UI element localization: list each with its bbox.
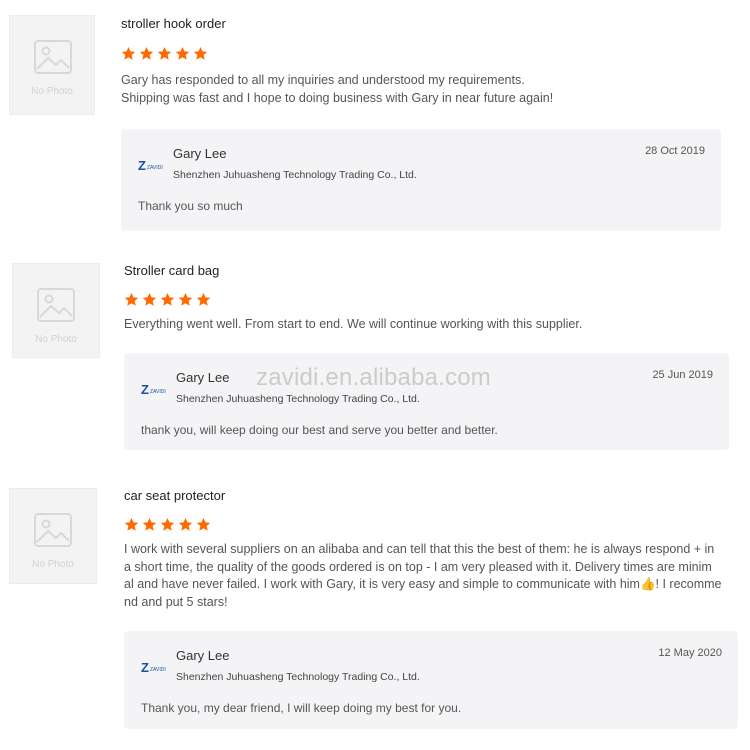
star-icon <box>196 292 211 306</box>
replier-name: Gary Lee <box>176 370 230 385</box>
review-text-line: Gary has responded to all my inquiries a… <box>121 73 525 87</box>
product-title[interactable]: stroller hook order <box>121 16 226 31</box>
zavidi-logo-icon: Z ZAVIDI <box>141 660 166 675</box>
reviews-page: No Photo stroller hook order Gary has re… <box>0 0 750 750</box>
star-icon <box>160 517 175 531</box>
star-icon <box>121 46 136 60</box>
product-title[interactable]: Stroller card bag <box>124 263 219 278</box>
image-placeholder-icon <box>34 513 72 547</box>
supplier-reply: Z ZAVIDI Gary Lee Shenzhen Juhuasheng Te… <box>121 129 721 231</box>
star-icon <box>139 46 154 60</box>
star-icon <box>157 46 172 60</box>
reply-date: 12 May 2020 <box>658 647 722 659</box>
rating-stars <box>124 517 211 535</box>
zavidi-logo-icon: Z ZAVIDI <box>138 158 163 173</box>
supplier-reply: Z ZAVIDI Gary Lee Shenzhen Juhuasheng Te… <box>124 631 738 729</box>
zavidi-logo-icon: Z ZAVIDI <box>141 382 166 397</box>
logo-text: ZAVIDI <box>150 667 166 673</box>
star-icon <box>175 46 190 60</box>
star-icon <box>193 46 208 60</box>
review-text-line: nd and put 5 stars! <box>124 594 228 609</box>
image-placeholder-icon <box>34 40 72 74</box>
review-text-line: I work with several suppliers on an alib… <box>124 542 715 556</box>
rating-stars <box>124 292 211 310</box>
logo-text: ZAVIDI <box>147 165 163 171</box>
replier-name: Gary Lee <box>173 146 227 161</box>
no-photo-label: No Photo <box>31 86 73 97</box>
review-text: I work with several suppliers on an alib… <box>124 541 724 611</box>
star-icon <box>124 517 139 531</box>
review-text: Everything went well. From start to end.… <box>124 316 714 334</box>
product-thumbnail[interactable]: No Photo <box>12 263 100 358</box>
svg-text:Z: Z <box>141 660 149 675</box>
review-text-line: al and have never failed. I work with Ga… <box>124 577 722 591</box>
product-thumbnail[interactable]: No Photo <box>9 488 97 584</box>
review-text-line: a short time, the quality of the goods o… <box>124 559 712 574</box>
no-photo-label: No Photo <box>35 334 77 345</box>
reply-message: Thank you so much <box>138 199 243 213</box>
replier-company: Shenzhen Juhuasheng Technology Trading C… <box>173 169 417 181</box>
review-text-line: Everything went well. From start to end.… <box>124 317 583 331</box>
logo-text: ZAVIDI <box>150 389 166 395</box>
watermark: zavidi.en.alibaba.com <box>256 364 492 391</box>
no-photo-label: No Photo <box>32 559 74 570</box>
star-icon <box>124 292 139 306</box>
replier-company: Shenzhen Juhuasheng Technology Trading C… <box>176 671 420 683</box>
reply-date: 25 Jun 2019 <box>652 369 713 381</box>
star-icon <box>178 292 193 306</box>
replier-company: Shenzhen Juhuasheng Technology Trading C… <box>176 393 420 405</box>
reply-date: 28 Oct 2019 <box>645 145 705 157</box>
star-icon <box>160 292 175 306</box>
review-text-line: Shipping was fast and I hope to doing bu… <box>121 90 554 105</box>
reply-message: Thank you, my dear friend, I will keep d… <box>141 701 462 715</box>
svg-text:Z: Z <box>141 382 149 397</box>
product-title[interactable]: car seat protector <box>124 488 225 503</box>
rating-stars <box>121 46 208 64</box>
star-icon <box>142 292 157 306</box>
star-icon <box>142 517 157 531</box>
star-icon <box>178 517 193 531</box>
svg-text:Z: Z <box>138 158 146 173</box>
review-text: Gary has responded to all my inquiries a… <box>121 72 711 107</box>
replier-name: Gary Lee <box>176 648 230 663</box>
image-placeholder-icon <box>37 288 75 322</box>
product-thumbnail[interactable]: No Photo <box>9 15 95 115</box>
star-icon <box>196 517 211 531</box>
reply-message: thank you, will keep doing our best and … <box>141 423 498 437</box>
